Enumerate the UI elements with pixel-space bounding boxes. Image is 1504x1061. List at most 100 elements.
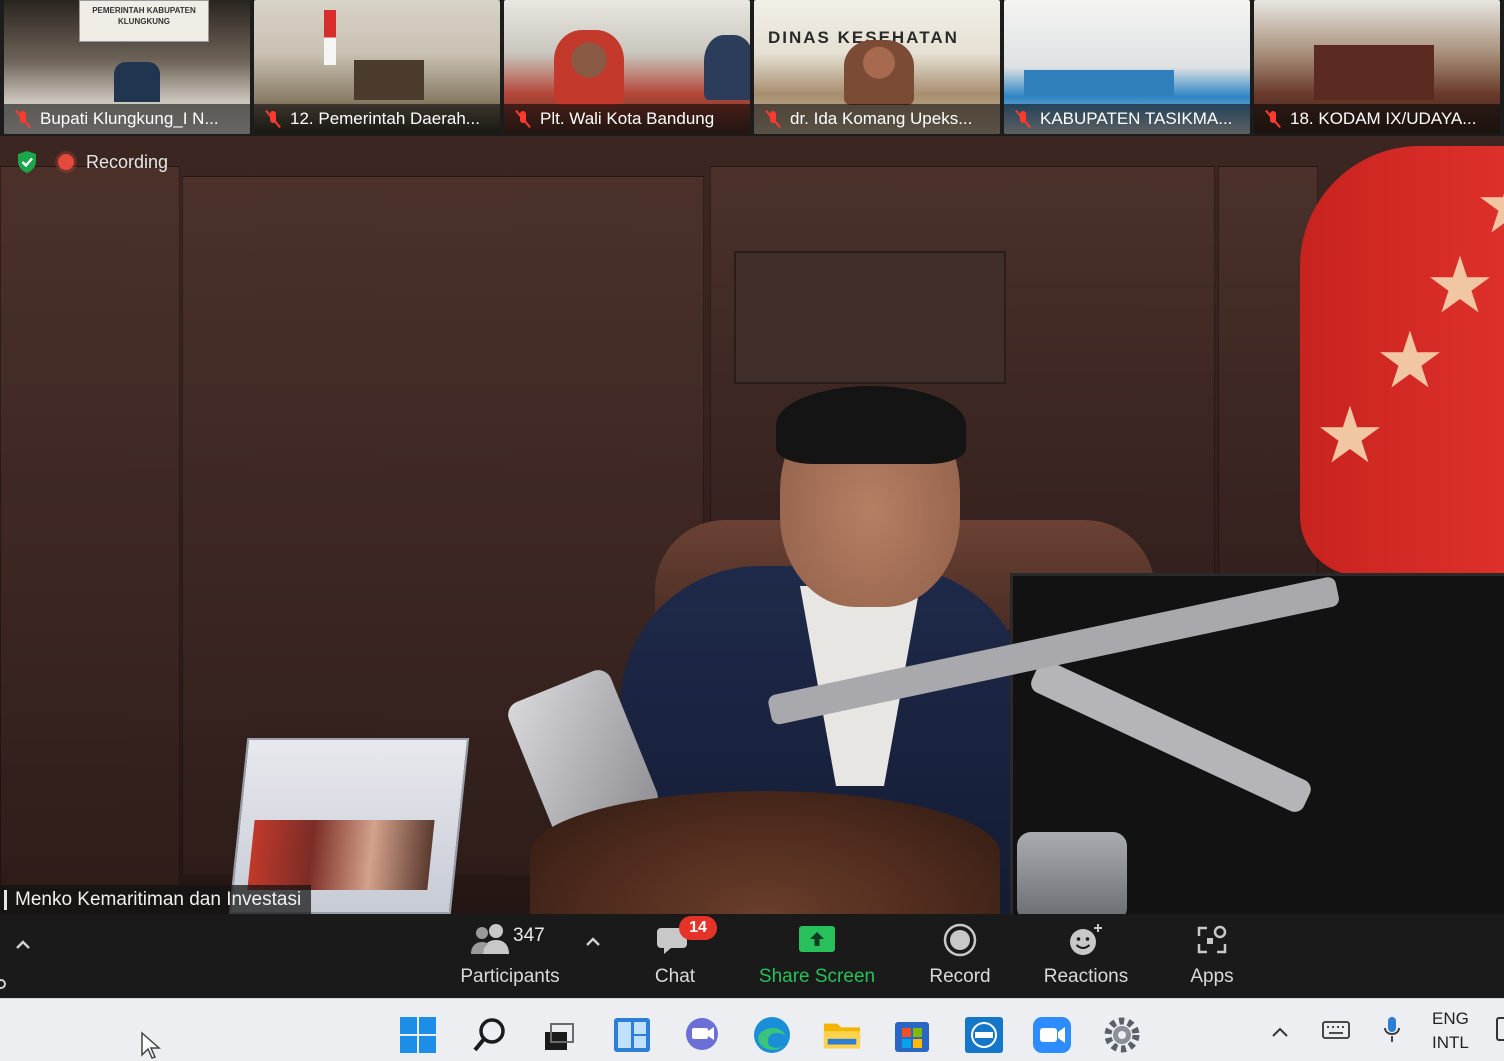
chevron-up-icon[interactable] [12,934,34,956]
mic-muted-icon [1014,110,1032,128]
zoom-app-icon [1033,1017,1071,1053]
gear-icon [1104,1017,1140,1053]
participants-icon [471,924,509,954]
task-view-glyph-icon [545,1023,574,1050]
chevron-up-icon[interactable] [1270,1025,1290,1039]
participant-name-bar: 18. KODAM IX/UDAYA... [1254,104,1500,134]
mouse-cursor-icon [141,1031,161,1059]
participant-thumb[interactable]: KABUPATEN TASIKMA... [1004,0,1250,134]
store-bag-icon [895,1022,929,1052]
recording-label: Recording [86,151,169,172]
record-icon [943,923,977,957]
language-code: ENG [1432,1009,1469,1028]
mic-muted-icon [764,110,782,128]
person-silhouette [844,40,914,105]
chevron-up-icon[interactable] [584,934,602,950]
recording-indicator[interactable]: Recording [58,152,168,173]
speaker-hair [776,386,966,464]
chairs-row [1024,70,1174,96]
star-icon: ★ [1475,166,1504,244]
share-screen-button[interactable]: Share Screen [752,914,882,998]
participant-name: Plt. Wali Kota Bandung [540,109,715,128]
participant-name: 12. Pemerintah Daerah... [290,109,480,128]
participants-label: Participants [460,966,560,987]
mic-muted-icon [14,110,32,128]
participant-thumb[interactable]: PEMERINTAH KABUPATEN KLUNGKUNG Bupati Kl… [4,0,250,134]
participants-button[interactable]: 347 Participants [440,914,580,998]
flag-banner: ★ ★ ★ ★ [1300,146,1504,576]
person-silhouette [704,35,750,100]
room-backdrop [1314,45,1434,100]
participant-name-bar: 12. Pemerintah Daerah... [254,104,500,134]
participant-name-bar: KABUPATEN TASIKMA... [1004,104,1250,134]
share-screen-label: Share Screen [758,966,876,987]
calendar-photo [247,820,435,890]
chat-unread-badge: 14 [679,916,717,940]
record-label: Record [929,966,991,987]
glass-jar [1017,832,1127,914]
participant-name: dr. Ida Komang Upeks... [790,109,973,128]
speaker-name-tag: Menko Kemaritiman dan Investasi [0,885,312,915]
person-silhouette [554,30,624,105]
participant-thumb[interactable]: Plt. Wali Kota Bandung [504,0,750,134]
windows-logo-icon [400,1017,436,1053]
file-explorer-icon[interactable] [822,1015,862,1055]
apps-label: Apps [1190,966,1234,987]
flag-decoration [324,10,336,65]
share-screen-icon [799,926,835,952]
notification-icon[interactable] [1496,1017,1504,1041]
chat-button[interactable]: 14 Chat [640,914,717,998]
widgets-icon[interactable] [612,1015,652,1055]
participant-thumb[interactable]: 12. Pemerintah Daerah... [254,0,500,134]
desk-shape [354,60,424,100]
zoom-icon[interactable] [1032,1015,1072,1055]
shield-check-icon[interactable] [16,150,38,174]
participants-count: 347 [513,925,545,946]
mic-muted-icon [264,110,282,128]
participant-name: Bupati Klungkung_I N... [40,109,219,128]
edge-browser-icon [754,1017,790,1053]
participant-thumb[interactable]: 18. KODAM IX/UDAYA... [1254,0,1500,134]
search-icon[interactable] [470,1015,510,1055]
person-silhouette [114,62,160,102]
participant-gallery: PEMERINTAH KABUPATEN KLUNGKUNG Bupati Kl… [0,0,1504,136]
widgets-glyph-icon [614,1018,650,1052]
star-icon: ★ [1375,316,1445,404]
carved-crest [530,791,1000,914]
wall-plaque [734,251,1006,384]
mic-muted-icon [1264,110,1282,128]
windows-taskbar: ENG INTL [0,998,1504,1061]
record-button[interactable]: Record [918,914,1002,998]
task-view-icon[interactable] [538,1015,578,1055]
apps-button[interactable]: Apps [1180,914,1244,998]
language-indicator[interactable]: ENG INTL [1432,1007,1469,1055]
participants-icon-group: 347 [465,922,555,958]
teams-chat-icon[interactable] [682,1015,722,1055]
start-icon[interactable] [398,1015,438,1055]
apps-icon [1197,925,1227,954]
store-icon[interactable] [892,1015,932,1055]
folder-icon [823,1023,861,1049]
microphone-icon[interactable] [1382,1015,1402,1045]
reactions-label: Reactions [1043,966,1129,987]
participant-name-bar: Bupati Klungkung_I N... [4,104,250,134]
keyboard-layout: INTL [1432,1033,1469,1052]
meeting-toolbar: 347 Participants 14 Chat Share Screen Re… [0,914,1504,998]
participant-name: KABUPATEN TASIKMA... [1040,109,1233,128]
reactions-icon [1070,924,1102,955]
venue-sign: PEMERINTAH KABUPATEN KLUNGKUNG [79,0,209,42]
wall-panel [0,166,180,886]
mic-muted-icon [514,110,532,128]
settings-icon[interactable] [1102,1015,1142,1055]
name-tag-divider [4,890,7,910]
edge-icon[interactable] [752,1015,792,1055]
participant-thumb[interactable]: DINAS KESEHATAN dr. Ida Komang Upeks... [754,0,1000,134]
chat-bubble-icon [686,1018,718,1050]
dell-icon[interactable] [964,1015,1004,1055]
chat-icon-group: 14 [657,916,717,958]
meeting-status: Recording [16,150,168,174]
reactions-button[interactable]: Reactions [1036,914,1136,998]
participant-name-bar: dr. Ida Komang Upeks... [754,104,1000,134]
participant-name-bar: Plt. Wali Kota Bandung [504,104,750,134]
keyboard-icon[interactable] [1322,1019,1350,1041]
